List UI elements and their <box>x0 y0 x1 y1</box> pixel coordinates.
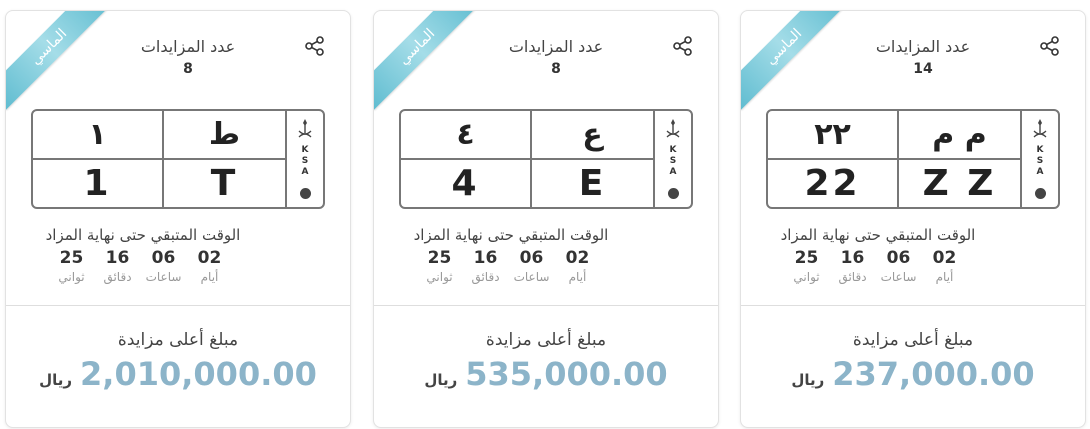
highest-bid-label: مبلغ أعلى مزايدة <box>117 330 239 350</box>
timer-hours: 06 ساعات <box>513 248 550 284</box>
plate-arabic-letters: م م <box>932 117 987 152</box>
timer-days: 02 أيام <box>197 248 222 284</box>
timer-seconds: 25 ثواني <box>793 248 820 284</box>
timer-seconds: 25 ثواني <box>58 248 85 284</box>
countdown-timer: 02 أيام 06 ساعات 16 دقائق 25 ثواني <box>741 247 1085 285</box>
plate-divider <box>401 158 653 160</box>
bids-label: عدد المزايدات <box>875 37 971 56</box>
bids-count: 14 <box>913 61 933 77</box>
license-plate: ع ٤ E 4 KSA <box>399 109 693 209</box>
timer-minutes: 16 دقائق <box>471 248 500 284</box>
bids-label: عدد المزايدات <box>140 37 236 56</box>
diamond-badge: الماسي <box>741 11 847 110</box>
country-code: KSA <box>1036 145 1044 177</box>
plate-english-numbers: 1 <box>83 163 112 204</box>
currency-label: ريال <box>39 371 73 389</box>
auction-card[interactable]: الماسي عدد المزايدات 14 م م ٢٢ Z Z 22 KS… <box>740 10 1086 428</box>
currency-label: ريال <box>791 371 825 389</box>
divider <box>6 305 350 306</box>
highest-bid-label: مبلغ أعلى مزايدة <box>852 330 974 350</box>
timer-hours: 06 ساعات <box>880 248 917 284</box>
diamond-badge: الماسي <box>374 11 480 110</box>
divider <box>374 305 718 306</box>
plate-arabic-numbers: ٢٢ <box>814 117 851 152</box>
time-remaining-title: الوقت المتبقي حتى نهاية المزاد <box>413 226 609 244</box>
plate-english-numbers: 22 <box>804 163 861 204</box>
plate-bolt <box>300 188 311 199</box>
auction-card[interactable]: الماسي عدد المزايدات 8 ع ٤ E 4 KSA الوقت… <box>373 10 719 428</box>
plate-divider <box>897 111 899 207</box>
plate-divider <box>162 111 164 207</box>
plate-divider <box>768 158 1020 160</box>
saudi-emblem-icon <box>666 119 680 138</box>
saudi-emblem-icon <box>298 119 312 138</box>
timer-days: 02 أيام <box>932 248 957 284</box>
plate-country-strip: KSA <box>285 111 323 207</box>
plate-english-letters: E <box>578 163 607 204</box>
highest-bid-amount: 2,010,000.00 <box>80 355 317 393</box>
auction-card[interactable]: الماسي عدد المزايدات 8 ط ١ T 1 KSA الوقت… <box>5 10 351 428</box>
plate-arabic-numbers: ٤ <box>456 117 475 152</box>
highest-bid-label: مبلغ أعلى مزايدة <box>485 330 607 350</box>
timer-hours: 06 ساعات <box>145 248 182 284</box>
countdown-timer: 02 أيام 06 ساعات 16 دقائق 25 ثواني <box>6 247 350 285</box>
country-code: KSA <box>669 145 677 177</box>
diamond-badge: الماسي <box>6 11 112 110</box>
plate-arabic-numbers: ١ <box>88 117 107 152</box>
plate-bolt <box>668 188 679 199</box>
bids-label: عدد المزايدات <box>508 37 604 56</box>
timer-minutes: 16 دقائق <box>103 248 132 284</box>
time-remaining-title: الوقت المتبقي حتى نهاية المزاد <box>780 226 976 244</box>
license-plate: ط ١ T 1 KSA <box>31 109 325 209</box>
timer-seconds: 25 ثواني <box>426 248 453 284</box>
countdown-timer: 02 أيام 06 ساعات 16 دقائق 25 ثواني <box>374 247 718 285</box>
plate-country-strip: KSA <box>653 111 691 207</box>
bids-count: 8 <box>183 61 193 77</box>
plate-english-letters: Z Z <box>922 163 997 204</box>
highest-bid: ريال 535,000.00 <box>374 355 718 393</box>
plate-arabic-letters: ط <box>208 117 241 152</box>
bids-count: 8 <box>551 61 561 77</box>
timer-days: 02 أيام <box>565 248 590 284</box>
plate-english-letters: T <box>210 163 239 204</box>
highest-bid: ريال 2,010,000.00 <box>6 355 350 393</box>
highest-bid-amount: 535,000.00 <box>465 355 668 393</box>
highest-bid: ريال 237,000.00 <box>741 355 1085 393</box>
plate-country-strip: KSA <box>1020 111 1058 207</box>
saudi-emblem-icon <box>1033 119 1047 138</box>
currency-label: ريال <box>424 371 458 389</box>
divider <box>741 305 1085 306</box>
plate-divider <box>33 158 285 160</box>
license-plate: م م ٢٢ Z Z 22 KSA <box>766 109 1060 209</box>
time-remaining-title: الوقت المتبقي حتى نهاية المزاد <box>45 226 241 244</box>
timer-minutes: 16 دقائق <box>838 248 867 284</box>
plate-english-numbers: 4 <box>451 163 480 204</box>
plate-bolt <box>1035 188 1046 199</box>
country-code: KSA <box>301 145 309 177</box>
plate-arabic-letters: ع <box>582 117 603 152</box>
plate-divider <box>530 111 532 207</box>
highest-bid-amount: 237,000.00 <box>832 355 1035 393</box>
